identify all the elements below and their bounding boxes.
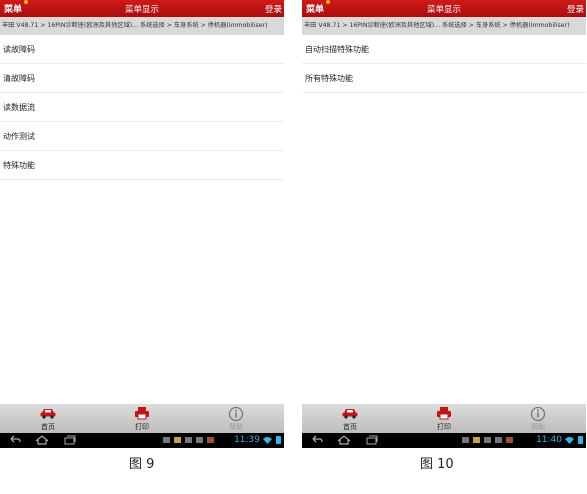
recent-apps-icon[interactable] bbox=[366, 435, 378, 445]
app-title: 菜单显示 bbox=[124, 5, 159, 15]
wifi-icon bbox=[263, 437, 272, 444]
function-list: 自动扫描特殊功能 所有特殊功能 bbox=[302, 35, 586, 93]
breadcrumb: 丰田 V48.71 > 16PIN诊断座(欧洲及其他区域)... 系统选择 > … bbox=[0, 17, 284, 35]
system-bar: 11:40 bbox=[302, 433, 586, 448]
login-button[interactable]: 登录 bbox=[265, 3, 282, 15]
app-icon bbox=[207, 437, 214, 443]
clock: 11:39 bbox=[234, 435, 260, 445]
list-item-all-special[interactable]: 所有特殊功能 bbox=[302, 64, 586, 93]
battery-icon bbox=[276, 436, 281, 444]
system-bar: 11:39 bbox=[0, 433, 284, 448]
notification-icon bbox=[495, 437, 502, 443]
function-list: 读故障码 清故障码 读数据流 动作测试 特殊功能 bbox=[0, 35, 284, 180]
home-nav-icon[interactable] bbox=[337, 435, 351, 445]
help-label: 帮助 bbox=[229, 423, 243, 431]
list-item-special-functions[interactable]: 特殊功能 bbox=[0, 151, 284, 180]
notification-icon bbox=[196, 437, 203, 443]
clock: 11:40 bbox=[536, 435, 562, 445]
app-icon bbox=[506, 437, 513, 443]
notification-icon bbox=[484, 437, 491, 443]
notification-icon bbox=[462, 437, 469, 443]
print-label: 打印 bbox=[437, 423, 451, 431]
info-icon bbox=[228, 406, 244, 422]
usb-icon bbox=[473, 437, 480, 443]
back-icon[interactable] bbox=[9, 435, 21, 445]
help-label: 帮助 bbox=[531, 423, 545, 431]
list-item-read-codes[interactable]: 读故障码 bbox=[0, 35, 284, 64]
app-bar: 菜单 菜单显示 登录 bbox=[302, 0, 586, 17]
bottom-toolbar: 首页 打印 帮助 bbox=[302, 404, 586, 433]
list-item-auto-scan-special[interactable]: 自动扫描特殊功能 bbox=[302, 35, 586, 64]
print-button[interactable]: 打印 bbox=[414, 404, 474, 433]
notification-icon bbox=[163, 437, 170, 443]
help-button[interactable]: 帮助 bbox=[206, 404, 266, 433]
home-label: 首页 bbox=[41, 423, 55, 431]
app-bar: 菜单 菜单显示 登录 bbox=[0, 0, 284, 17]
figure-caption: 图 9 bbox=[129, 457, 155, 472]
screenshot-figure-9: 菜单 菜单显示 登录 丰田 V48.71 > 16PIN诊断座(欧洲及其他区域)… bbox=[0, 0, 284, 448]
car-icon bbox=[40, 409, 56, 419]
info-icon bbox=[530, 406, 546, 422]
app-title: 菜单显示 bbox=[426, 5, 461, 15]
notification-icon bbox=[185, 437, 192, 443]
printer-icon bbox=[437, 407, 451, 420]
battery-icon bbox=[578, 436, 583, 444]
list-item-data-stream[interactable]: 读数据流 bbox=[0, 93, 284, 122]
home-button[interactable]: 首页 bbox=[18, 404, 78, 433]
help-button[interactable]: 帮助 bbox=[508, 404, 568, 433]
list-item-clear-codes[interactable]: 清故障码 bbox=[0, 64, 284, 93]
printer-icon bbox=[135, 407, 149, 420]
home-nav-icon[interactable] bbox=[35, 435, 49, 445]
login-button[interactable]: 登录 bbox=[567, 3, 584, 15]
print-button[interactable]: 打印 bbox=[112, 404, 172, 433]
usb-icon bbox=[174, 437, 181, 443]
wifi-icon bbox=[565, 437, 574, 444]
print-label: 打印 bbox=[135, 423, 149, 431]
home-label: 首页 bbox=[343, 423, 357, 431]
recent-apps-icon[interactable] bbox=[64, 435, 76, 445]
home-button[interactable]: 首页 bbox=[320, 404, 380, 433]
breadcrumb: 丰田 V48.71 > 16PIN诊断座(欧洲及其他区域)... 系统选择 > … bbox=[302, 17, 586, 35]
screenshot-figure-10: 菜单 菜单显示 登录 丰田 V48.71 > 16PIN诊断座(欧洲及其他区域)… bbox=[302, 0, 586, 448]
car-icon bbox=[342, 409, 358, 419]
list-item-actuation-test[interactable]: 动作测试 bbox=[0, 122, 284, 151]
bottom-toolbar: 首页 打印 帮助 bbox=[0, 404, 284, 433]
figure-caption: 图 10 bbox=[420, 457, 454, 472]
back-icon[interactable] bbox=[311, 435, 323, 445]
